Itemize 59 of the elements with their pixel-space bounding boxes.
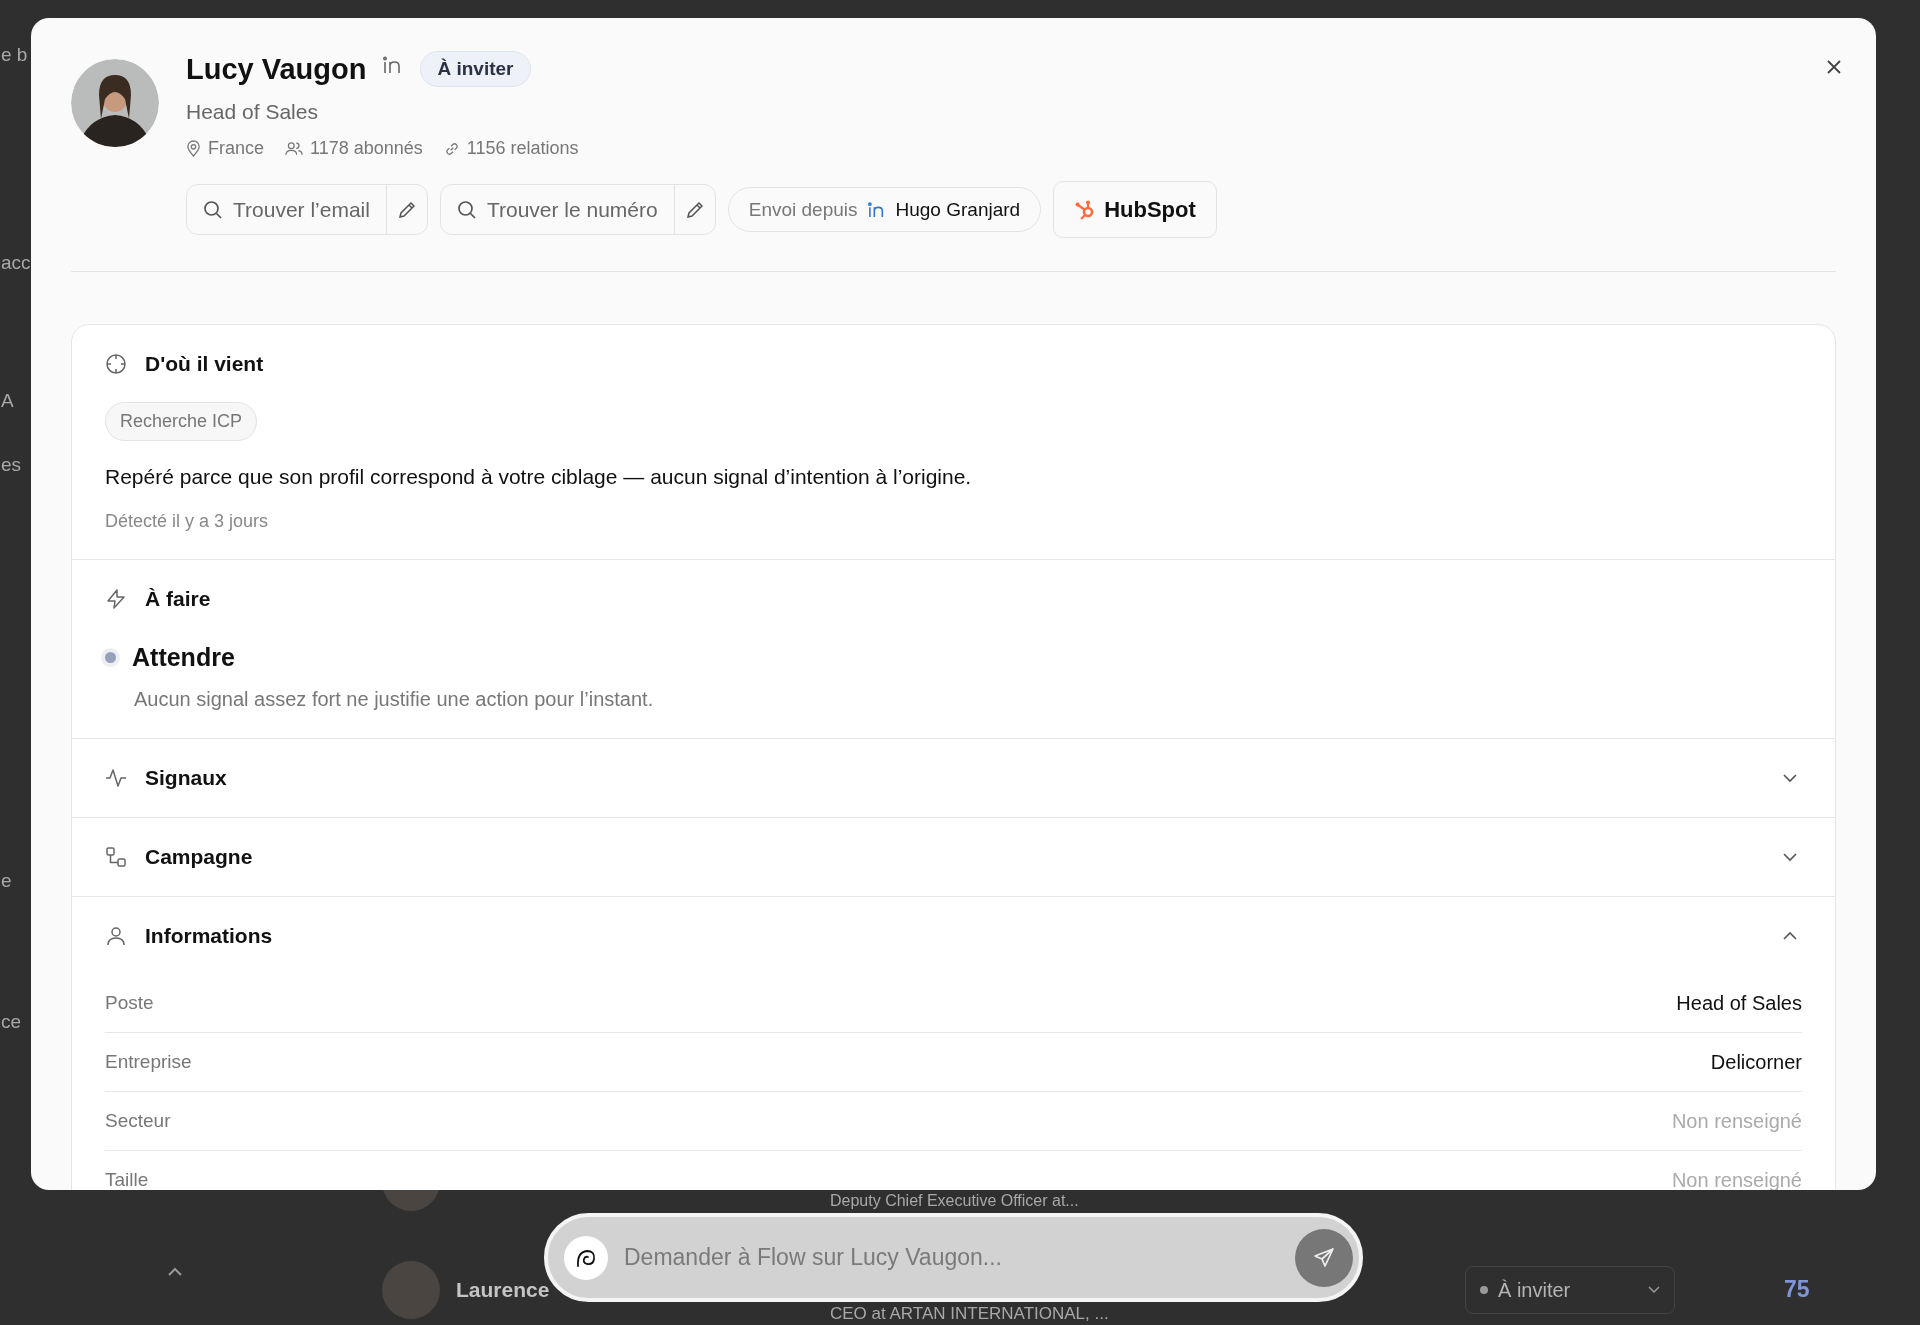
send-icon xyxy=(1312,1245,1336,1270)
user-icon xyxy=(105,925,127,947)
location-text: France xyxy=(208,138,265,159)
search-icon xyxy=(203,199,223,220)
location-pin-icon xyxy=(186,140,201,157)
sidebar-label: A xyxy=(1,390,14,412)
origin-description: Repéré parce que son profil correspond à votre ciblage — aucun signal d’intention à l’origine. xyxy=(105,465,972,489)
field-label: Entreprise xyxy=(105,1051,192,1073)
sender-label: Envoi depuis xyxy=(748,198,858,221)
connections-count: 1156 relations xyxy=(466,138,579,159)
sidebar-label: acc xyxy=(1,252,31,274)
field-value: Non renseigné xyxy=(1671,1109,1802,1133)
sidebar-label: e xyxy=(1,870,12,892)
crosshair-icon xyxy=(105,353,127,375)
section-header[interactable]: Informations xyxy=(105,924,1802,948)
field-value: Head of Sales xyxy=(1676,991,1802,1015)
followers-count: 1178 abonnés xyxy=(310,138,423,159)
status-dot xyxy=(101,648,120,667)
find-button[interactable]: Trouver l’email xyxy=(187,185,386,234)
section-header: D'où il vient xyxy=(105,352,1802,376)
source-tag: Recherche ICP xyxy=(105,402,258,441)
find-button[interactable]: Trouver le numéro xyxy=(440,185,674,234)
status-dot xyxy=(1480,1286,1488,1294)
sidebar-label: es xyxy=(1,454,22,476)
score: 75 xyxy=(1784,1276,1810,1303)
pencil-icon xyxy=(396,199,417,220)
chevron-up-icon[interactable] xyxy=(167,1267,183,1277)
hubspot-button[interactable]: HubSpot xyxy=(1053,181,1217,238)
status-dropdown[interactable]: À inviter xyxy=(1465,1266,1675,1314)
sidebar-label: ce xyxy=(1,1011,22,1033)
field-value: Delicorner xyxy=(1710,1050,1802,1074)
recommended-action: Attendre xyxy=(132,643,235,672)
pulse-icon xyxy=(105,767,127,789)
field-label: Secteur xyxy=(105,1110,171,1132)
chat-input[interactable]: Demander à Flow sur Lucy Vaugon... xyxy=(622,1243,1281,1272)
section-header: À faire xyxy=(105,587,1802,611)
chevron-down-icon xyxy=(1648,1286,1660,1294)
search-icon xyxy=(456,199,477,220)
send-button[interactable] xyxy=(1295,1228,1353,1287)
action-description: Aucun signal assez fort ne justifie une action pour l’instant. xyxy=(134,688,654,711)
field-label: Taille xyxy=(105,1169,149,1190)
workflow-icon xyxy=(105,846,127,868)
section-header[interactable]: Signaux xyxy=(105,766,1802,790)
contact-title: Deputy Chief Executive Officer at... xyxy=(830,1192,1079,1210)
field-value: Non renseigné xyxy=(1671,1168,1802,1190)
field-label: Poste xyxy=(105,992,154,1014)
section-header[interactable]: Campagne xyxy=(105,845,1802,869)
users-icon xyxy=(285,141,304,156)
pencil-icon xyxy=(684,199,705,220)
contact-title: CEO at ARTAN INTERNATIONAL, ... xyxy=(830,1304,1109,1324)
detected-time: Détecté il y a 3 jours xyxy=(105,511,269,532)
sidebar-label: e b xyxy=(1,44,28,66)
profile-headline: Head of Sales xyxy=(186,100,319,124)
link-icon xyxy=(443,140,460,157)
status-badge: À inviter xyxy=(420,51,531,87)
profile-name: Lucy Vaugon xyxy=(186,52,367,86)
lightning-icon xyxy=(105,588,127,610)
spiral-icon xyxy=(564,1235,608,1280)
sender-name: Hugo Granjard xyxy=(895,198,1021,221)
